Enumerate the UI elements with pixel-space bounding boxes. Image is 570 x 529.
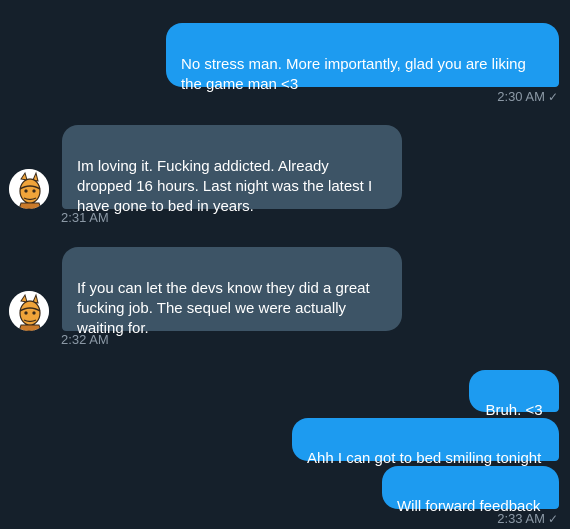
message-text: No stress man. More importantly, glad yo…: [181, 56, 526, 93]
received-message-bubble[interactable]: Im loving it. Fucking addicted. Already …: [62, 125, 402, 215]
timestamp-text: 2:31 AM: [61, 210, 109, 225]
received-message-bubble[interactable]: If you can let the devs know they did a …: [62, 247, 402, 337]
timestamp-text: 2:32 AM: [61, 332, 109, 347]
message-timestamp: 2:33 AM ✓: [497, 511, 558, 526]
sent-message-bubble[interactable]: Ahh I can got to bed smiling tonight: [292, 418, 559, 467]
cartoon-character-avatar-icon: [9, 169, 49, 209]
message-text: If you can let the devs know they did a …: [77, 280, 370, 337]
dm-conversation: No stress man. More importantly, glad yo…: [0, 0, 570, 529]
checkmark-icon: ✓: [547, 90, 558, 104]
cartoon-character-avatar-icon: [9, 291, 49, 331]
message-text: Bruh. <3: [485, 402, 543, 419]
message-text: Im loving it. Fucking addicted. Already …: [77, 158, 373, 215]
message-timestamp: 2:30 AM ✓: [497, 89, 558, 104]
user-avatar[interactable]: [9, 169, 49, 209]
sent-message-bubble[interactable]: Will forward feedback: [382, 466, 559, 515]
message-text: Ahh I can got to bed smiling tonight: [307, 450, 542, 467]
sent-message-bubble[interactable]: No stress man. More importantly, glad yo…: [166, 23, 559, 93]
checkmark-icon: ✓: [547, 512, 558, 526]
user-avatar[interactable]: [9, 291, 49, 331]
timestamp-text: 2:30 AM: [497, 89, 545, 104]
timestamp-text: 2:33 AM: [497, 511, 545, 526]
message-timestamp: 2:32 AM: [61, 332, 109, 347]
sent-message-bubble[interactable]: Bruh. <3: [469, 370, 559, 419]
message-timestamp: 2:31 AM: [61, 210, 109, 225]
